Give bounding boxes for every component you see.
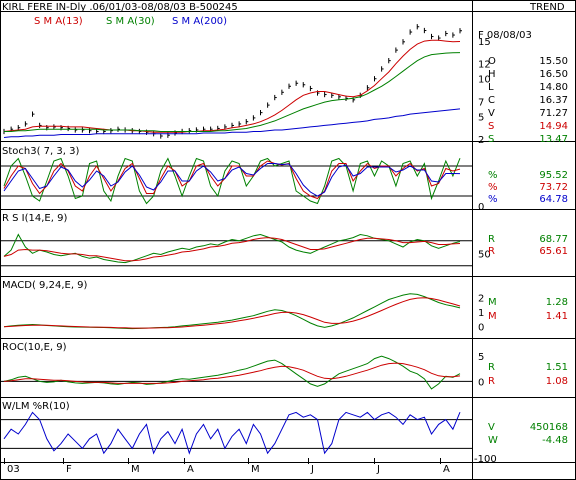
macd-readout-value: 1.28	[546, 297, 568, 308]
price-readout-value: 13.47	[539, 134, 568, 145]
macd-series-signal	[3, 297, 461, 329]
rsi-readout-key: R	[488, 234, 495, 245]
roc-title: ROC(10,E, 9)	[2, 342, 67, 353]
macd-ytick-label: 2	[478, 293, 484, 304]
roc-ytick-label: 0	[478, 377, 484, 388]
legend-sma30: S M A(30)	[106, 16, 155, 27]
roc-readout-key: R	[488, 362, 495, 373]
roc-series-roc	[3, 355, 461, 390]
price-readout-key: S	[488, 134, 494, 145]
stoch-series-d	[3, 160, 461, 200]
wlm-readout-key: W	[488, 435, 498, 446]
wlm-readout-value: 450168	[530, 422, 568, 433]
price-readout-key: V	[488, 108, 495, 119]
x-tick-label: A	[443, 464, 450, 475]
rsi-series-rsi	[3, 233, 461, 264]
price-series-s-m-a-13	[3, 39, 461, 133]
macd-readout-key: M	[488, 311, 497, 322]
price-ytick-label: 2	[478, 135, 484, 146]
macd-ytick-label: 1	[478, 308, 484, 319]
wlm-ytick-label: -100	[474, 454, 497, 465]
rsi-readout-value: 65.61	[539, 246, 568, 257]
rsi-title: R S I(14,E, 9)	[2, 213, 67, 224]
macd-series-macd	[3, 293, 461, 330]
wlm-title: W/LM %R(10)	[2, 401, 70, 412]
x-tick-label: M	[131, 464, 140, 475]
wlm-readout-key: V	[488, 422, 495, 433]
wlm-readout-value: -4.48	[542, 435, 568, 446]
chart-canvas: KIRL FERE IN-Dly .06/01/03-08/08/03 B-50…	[0, 0, 576, 480]
price-series-s-m-a-30	[4, 52, 461, 132]
stoch-readout-value: 73.72	[539, 182, 568, 193]
x-tick-label: A	[187, 464, 194, 475]
price-readout-value: 16.50	[539, 69, 568, 80]
price-ytick-label: 7	[478, 97, 484, 108]
roc-readout-key: R	[488, 376, 495, 387]
price-readout-value: 16.37	[539, 95, 568, 106]
price-readout-key: L	[488, 82, 494, 93]
stoch-readout-key: %	[488, 182, 498, 193]
rsi-readout-key: R	[488, 246, 495, 257]
x-tick-label: F	[66, 464, 72, 475]
price-readout-key: S	[488, 121, 494, 132]
price-readout-value: 14.80	[539, 82, 568, 93]
price-readout-value: 14.94	[539, 121, 568, 132]
x-tick-label: J	[310, 464, 314, 475]
roc-ytick-label: 5	[478, 352, 484, 363]
stoch-readout-key: %	[488, 170, 498, 181]
x-tick-label: M	[251, 464, 260, 475]
macd-readout-value: 1.41	[546, 311, 568, 322]
stoch-title: Stoch3( 7, 3, 3)	[2, 146, 79, 157]
macd-ytick-label: 0	[478, 323, 484, 334]
price-series-price	[4, 27, 460, 136]
stoch-readout-value: 64.78	[539, 194, 568, 205]
macd-title: MACD( 9,24,E, 9)	[2, 280, 88, 291]
price-readout-key: H	[488, 69, 496, 80]
price-readout-key: O	[488, 56, 496, 67]
trend-label: TREND	[529, 2, 565, 13]
price-readout-value: 71.27	[539, 108, 568, 119]
price-ytick-label: 15	[478, 37, 491, 48]
stoch-readout-key: %	[488, 194, 498, 205]
legend-sma13: S M A(13)	[34, 16, 83, 27]
price-ytick-label: 5	[478, 112, 484, 123]
roc-readout-value: 1.51	[546, 362, 568, 373]
wlm-series-r	[3, 411, 461, 455]
price-readout-key: C	[488, 95, 495, 106]
roc-readout-value: 1.08	[546, 376, 568, 387]
roc-series-signal	[3, 362, 461, 384]
rsi-readout-value: 68.77	[539, 234, 568, 245]
legend-sma200: S M A(200)	[172, 16, 227, 27]
stoch-ytick-label: 0	[478, 202, 484, 213]
x-tick-label: J	[376, 464, 380, 475]
stoch-readout-value: 95.52	[539, 170, 568, 181]
chart-title: KIRL FERE IN-Dly .06/01/03-08/08/03 B-50…	[2, 2, 238, 13]
price-readout-value: 15.50	[539, 56, 568, 67]
macd-readout-key: M	[488, 297, 497, 308]
x-tick-label: 03	[7, 464, 20, 475]
